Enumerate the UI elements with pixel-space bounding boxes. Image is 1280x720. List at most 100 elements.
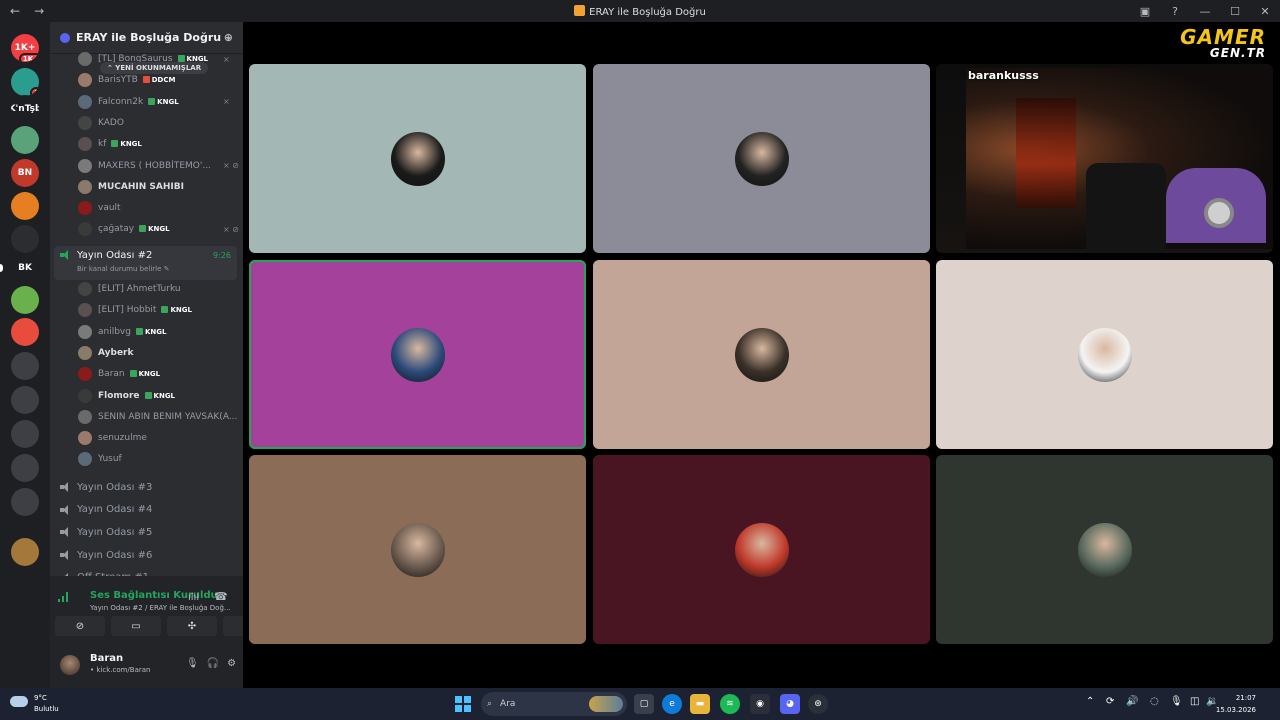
edge-browser-icon[interactable]: e: [662, 694, 682, 714]
server-icon[interactable]: [11, 286, 39, 314]
forward-arrow-icon[interactable]: →: [34, 4, 44, 18]
taskbar-search[interactable]: ⌕ Ara: [481, 692, 627, 716]
minimize-button[interactable]: —: [1190, 5, 1220, 18]
sync-icon[interactable]: ⟳: [1106, 696, 1114, 707]
server-icon[interactable]: [11, 386, 39, 414]
participant-tile[interactable]: [249, 260, 586, 449]
voice-user[interactable]: [ELIT] Hobbit KNGL: [78, 301, 192, 319]
voice-user[interactable]: SENIN ABIN BENIM YAVSAK(A...: [78, 408, 237, 426]
avatar: [1077, 327, 1132, 382]
voice-channel[interactable]: Yayın Odası #6: [54, 544, 237, 566]
maximize-button[interactable]: ☐: [1220, 5, 1250, 18]
voice-location[interactable]: Yayın Odası #2 / ERAY ile Boşluğa Doğ...: [90, 604, 231, 612]
close-button[interactable]: ✕: [1250, 5, 1280, 18]
server-icon[interactable]: [11, 420, 39, 448]
participant-tile[interactable]: [593, 260, 930, 449]
activities-button[interactable]: ✣: [167, 616, 217, 636]
avatar: [78, 431, 92, 446]
server-icon[interactable]: [11, 126, 39, 154]
steam-icon[interactable]: ⊛: [808, 694, 828, 714]
spotify-icon[interactable]: ≋: [720, 694, 740, 714]
back-arrow-icon[interactable]: ←: [10, 4, 20, 18]
voice-user[interactable]: MUCAHIN SAHIBI: [78, 178, 184, 196]
participant-tile[interactable]: [593, 455, 930, 644]
gear-icon[interactable]: ⚙: [227, 658, 236, 669]
participant-tile[interactable]: [249, 455, 586, 644]
app-icon: [574, 4, 586, 16]
inbox-icon[interactable]: ▣: [1130, 5, 1160, 18]
muted-deafened-icon: ⨯ ⊘: [223, 224, 239, 234]
clan-tag-text: DDCM: [151, 76, 176, 85]
voice-channel[interactable]: Yayın Odası #3: [54, 476, 237, 498]
chevron-up-icon[interactable]: ⌃: [1086, 696, 1094, 707]
server-icon[interactable]: BK: [11, 254, 39, 282]
system-clock[interactable]: 21:07 15.03.2026: [1216, 692, 1256, 716]
headphones-icon[interactable]: 🎧: [207, 658, 219, 669]
help-icon[interactable]: ?: [1160, 5, 1190, 18]
voice-channel-name: Yayın Odası #6: [77, 549, 153, 561]
title-bar: ← → ERAY ile Boşluğa Doğru ▣ ? — ☐ ✕: [0, 0, 1280, 22]
voice-user[interactable]: vault: [78, 199, 121, 217]
volume-icon[interactable]: 🔊: [1126, 696, 1138, 707]
participant-tile[interactable]: [936, 260, 1273, 449]
server-icon[interactable]: BN: [11, 159, 39, 187]
voice-user[interactable]: Ayberk: [78, 344, 133, 362]
voice-channel[interactable]: Yayın Odası #4: [54, 499, 237, 521]
windows-start-icon[interactable]: [455, 696, 471, 712]
avatar[interactable]: [60, 655, 80, 675]
file-explorer-icon[interactable]: ▬: [690, 694, 710, 714]
participant-tile[interactable]: [249, 64, 586, 253]
server-icon[interactable]: K'nTşb: [11, 95, 39, 123]
voice-user-name: Flomore: [98, 390, 140, 401]
channel-status[interactable]: Bir kanal durumu belirle ✎: [77, 265, 170, 273]
server-icon[interactable]: [11, 225, 39, 253]
noise-suppression-icon[interactable]: ılıl: [188, 592, 199, 603]
camera-off-button[interactable]: ⊘: [55, 616, 105, 636]
voice-panel: Ses Bağlantısı Kuruldu Yayın Odası #2 / …: [50, 576, 273, 688]
avatar: [78, 282, 92, 296]
add-user-icon[interactable]: ⊕: [224, 31, 233, 44]
avatar: [1077, 522, 1132, 577]
voice-user[interactable]: Yusuf: [78, 450, 122, 468]
voice-user[interactable]: senuzulme: [78, 429, 147, 447]
server-icon[interactable]: 1: [11, 68, 39, 96]
voice-user[interactable]: [ELIT] AhmetTurku: [78, 280, 181, 298]
clan-tag: KNGL: [148, 97, 179, 106]
voice-user[interactable]: Baran KNGL: [78, 365, 160, 383]
server-icon[interactable]: [11, 192, 39, 220]
participant-tile[interactable]: [936, 455, 1273, 644]
weather-condition: Bulutlu: [34, 705, 59, 713]
voice-user[interactable]: Flomore KNGL: [78, 387, 175, 405]
voice-user[interactable]: MAXERS ( HOBBİTEMO'... ⨯ ⊘: [78, 157, 239, 175]
voice-user[interactable]: KADO: [78, 114, 124, 132]
voice-user[interactable]: çağatay KNGL ⨯ ⊘: [78, 220, 239, 238]
network-icon[interactable]: ◌: [1150, 696, 1159, 707]
server-icon[interactable]: [11, 352, 39, 380]
disconnect-icon[interactable]: ☎: [214, 590, 228, 603]
voice-user[interactable]: kf KNGL: [78, 135, 142, 153]
wifi-icon[interactable]: ◫: [1190, 696, 1199, 707]
avatar: [734, 327, 789, 382]
voice-stage: GAMER GEN.TR barankusss: [243, 22, 1280, 688]
server-icon[interactable]: [11, 488, 39, 516]
voice-channel[interactable]: Yayın Odası #5: [54, 521, 237, 543]
new-unreads-pill[interactable]: ⌃ YENİ OKUNMAMIŞLAR: [100, 62, 209, 74]
voice-channel-active[interactable]: Yayın Odası #2 9:26 Bir kanal durumu belir…: [54, 246, 237, 280]
voice-user[interactable]: Falconn2k KNGL ⨯: [78, 93, 230, 111]
avatar: [390, 131, 445, 186]
server-icon[interactable]: [11, 318, 39, 346]
stream-tile[interactable]: barankusss: [936, 64, 1273, 253]
participant-tile[interactable]: [593, 64, 930, 253]
voice-user[interactable]: anilbvg KNGL: [78, 323, 166, 341]
microphone-icon[interactable]: 🎙: [186, 658, 199, 669]
microphone-tray-icon[interactable]: 🎙: [1170, 696, 1183, 707]
nvidia-icon[interactable]: ◉: [750, 694, 770, 714]
server-icon[interactable]: [11, 454, 39, 482]
muted-deafened-icon: ⨯: [223, 54, 230, 64]
server-icon[interactable]: 1K+ 1K+: [11, 34, 39, 62]
server-icon[interactable]: [11, 538, 39, 566]
avatar: [78, 115, 92, 130]
discord-icon[interactable]: ◕: [780, 694, 800, 714]
screen-share-button[interactable]: ▭: [111, 616, 161, 636]
task-view-icon[interactable]: ▢: [634, 694, 654, 714]
